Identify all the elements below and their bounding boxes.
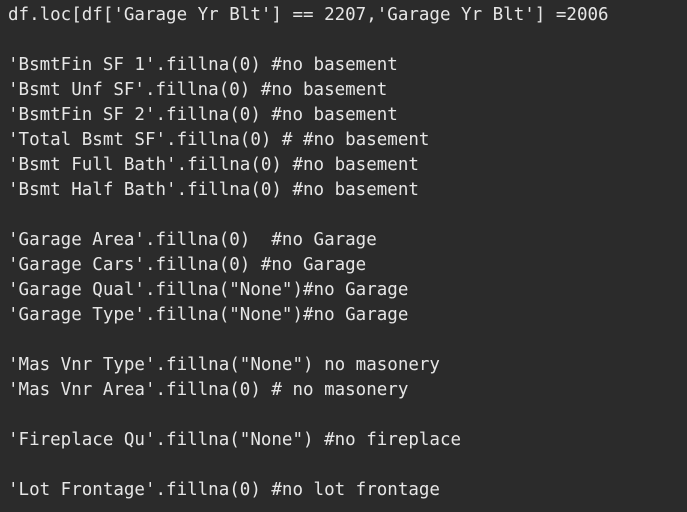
code-line: 'Garage Type'.fillna("None")#no Garage (8, 305, 409, 325)
code-line: 'Garage Qual'.fillna("None")#no Garage (8, 280, 409, 300)
code-line: 'Total Bsmt SF'.fillna(0) # #no basement (8, 130, 430, 150)
code-line: 'Garage Cars'.fillna(0) #no Garage (8, 255, 367, 275)
code-line: 'Bsmt Half Bath'.fillna(0) #no basement (8, 180, 419, 200)
code-line: 'Fireplace Qu'.fillna("None") #no firepl… (8, 430, 462, 450)
code-line: 'Garage Area'.fillna(0) #no Garage (8, 230, 377, 250)
code-line: 'Mas Vnr Area'.fillna(0) # no masonery (8, 380, 409, 400)
code-line: 'Mas Vnr Type'.fillna("None") no masoner… (8, 355, 440, 375)
code-line: df.loc[df['Garage Yr Blt'] == 2207,'Gara… (8, 5, 609, 25)
code-line: 'BsmtFin SF 2'.fillna(0) #no basement (8, 105, 398, 125)
code-block: df.loc[df['Garage Yr Blt'] == 2207,'Gara… (0, 0, 687, 512)
code-line: 'Bsmt Full Bath'.fillna(0) #no basement (8, 155, 419, 175)
code-line: 'BsmtFin SF 1'.fillna(0) #no basement (8, 55, 398, 75)
code-line: 'Lot Frontage'.fillna(0) #no lot frontag… (8, 480, 440, 500)
code-line: 'Bsmt Unf SF'.fillna(0) #no basement (8, 80, 388, 100)
